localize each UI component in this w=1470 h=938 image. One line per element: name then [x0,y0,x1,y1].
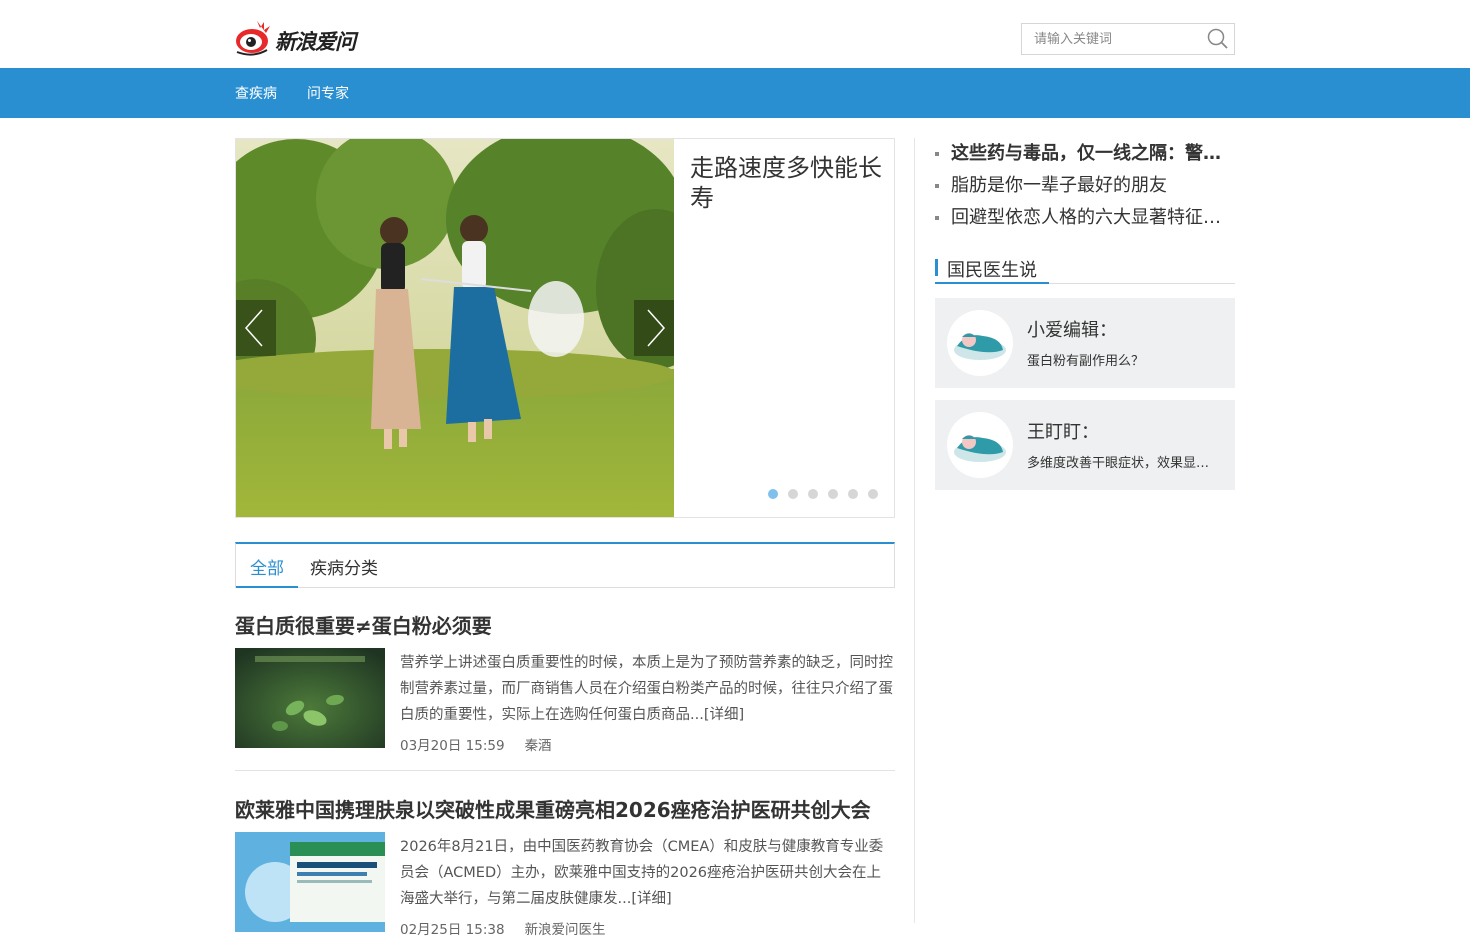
article-thumbnail[interactable] [235,832,385,932]
carousel-dot[interactable] [788,489,798,499]
carousel-dot[interactable] [868,489,878,499]
article-thumbnail[interactable] [235,648,385,748]
avatar [947,412,1013,478]
article-date: 03月20日 15:59 [400,738,505,754]
article-date: 02月25日 15:38 [400,922,505,938]
tab-all[interactable]: 全部 [236,544,298,588]
article-thumbnail-image [235,648,385,748]
site-header: 新浪爱问 [0,0,1470,68]
section-underline [935,282,1049,284]
content-tabs: 全部 疾病分类 [235,542,895,588]
article-title[interactable]: 蛋白质很重要≠蛋白粉必须要 [235,610,492,639]
doctor-question: 蛋白粉有副作用么？ [1027,354,1145,369]
bullet-square-icon [935,152,939,156]
site-logo[interactable]: 新浪爱问 [235,18,375,58]
hot-topic-item[interactable]: 脂肪是你一辈子最好的朋友 [935,172,1235,204]
logo-text: 新浪爱问 [275,30,356,54]
main-nav: 查疾病 问专家 [0,68,1470,118]
doctor-card[interactable]: 小爱编辑： 蛋白粉有副作用么？ [935,298,1235,388]
article-author: 新浪爱问医生 [524,922,606,938]
article-summary: 2026年8月21日，由中国医药教育协会（CMEA）和皮肤与健康教育专业委员会（… [400,839,884,907]
section-accent-bar [935,259,938,276]
article-meta: 02月25日 15:38 新浪爱问医生 [400,918,606,938]
search-icon [1207,28,1228,49]
carousel-dot[interactable] [828,489,838,499]
article-summary: 营养学上讲述蛋白质重要性的时候，本质上是为了预防营养素的缺乏，同时控制营养素过量… [400,655,893,723]
bullet-square-icon [935,184,939,188]
slide-title[interactable]: 走路速度多快能长寿 [690,153,890,213]
bullet-square-icon [935,216,939,220]
tab-disease-categories[interactable]: 疾病分类 [296,544,392,588]
doctor-section-header: 国民医生说 [935,256,1235,284]
article-title[interactable]: 欧莱雅中国携理肤泉以突破性成果重磅亮相2026痤疮治护医研共创大会 [235,794,871,823]
article-divider [235,770,895,771]
search-button[interactable] [1202,24,1234,54]
chevron-left-icon [244,309,263,347]
carousel-next-button[interactable] [634,300,674,356]
carousel-dot[interactable] [848,489,858,499]
hot-topic-label: 这些药与毒品，仅一线之隔：警… [951,143,1221,164]
search-input[interactable] [1022,24,1202,54]
article-thumbnail-image [235,832,385,932]
nav-item-experts[interactable]: 问专家 [307,83,349,103]
hot-topic-label: 回避型依恋人格的六大显著特征… [951,207,1221,228]
doctor-question: 多维度改善干眼症状，效果显… [1027,456,1210,471]
doctor-card[interactable]: 王盯盯： 多维度改善干眼症状，效果显… [935,400,1235,490]
hot-topic-item[interactable]: 这些药与毒品，仅一线之隔：警… [935,140,1235,172]
carousel-dot[interactable] [808,489,818,499]
avatar [947,310,1013,376]
article-meta: 03月20日 15:59 秦酒 [400,734,552,754]
search-box [1021,23,1235,55]
featured-carousel: 走路速度多快能长寿 [235,138,895,518]
sleeping-baby-icon [954,333,1006,360]
slide-photo [236,139,716,517]
carousel-dot[interactable] [768,489,778,499]
nav-item-diseases[interactable]: 查疾病 [235,83,277,103]
sleeping-baby-icon [954,435,1006,462]
section-title: 国民医生说 [947,260,1037,281]
slide-image[interactable] [236,139,716,517]
weibo-eye-icon [236,21,270,56]
hot-topic-item[interactable]: 回避型依恋人格的六大显著特征… [935,204,1235,236]
column-divider [914,138,915,923]
chevron-right-icon [647,309,666,347]
hot-topic-label: 脂肪是你一辈子最好的朋友 [951,175,1167,196]
hot-topics-list: 这些药与毒品，仅一线之隔：警… 脂肪是你一辈子最好的朋友 回避型依恋人格的六大显… [935,140,1235,236]
doctor-name: 小爱编辑： [1027,320,1117,341]
article-author: 秦酒 [524,738,552,754]
doctor-name: 王盯盯： [1027,422,1099,443]
carousel-prev-button[interactable] [236,300,276,356]
